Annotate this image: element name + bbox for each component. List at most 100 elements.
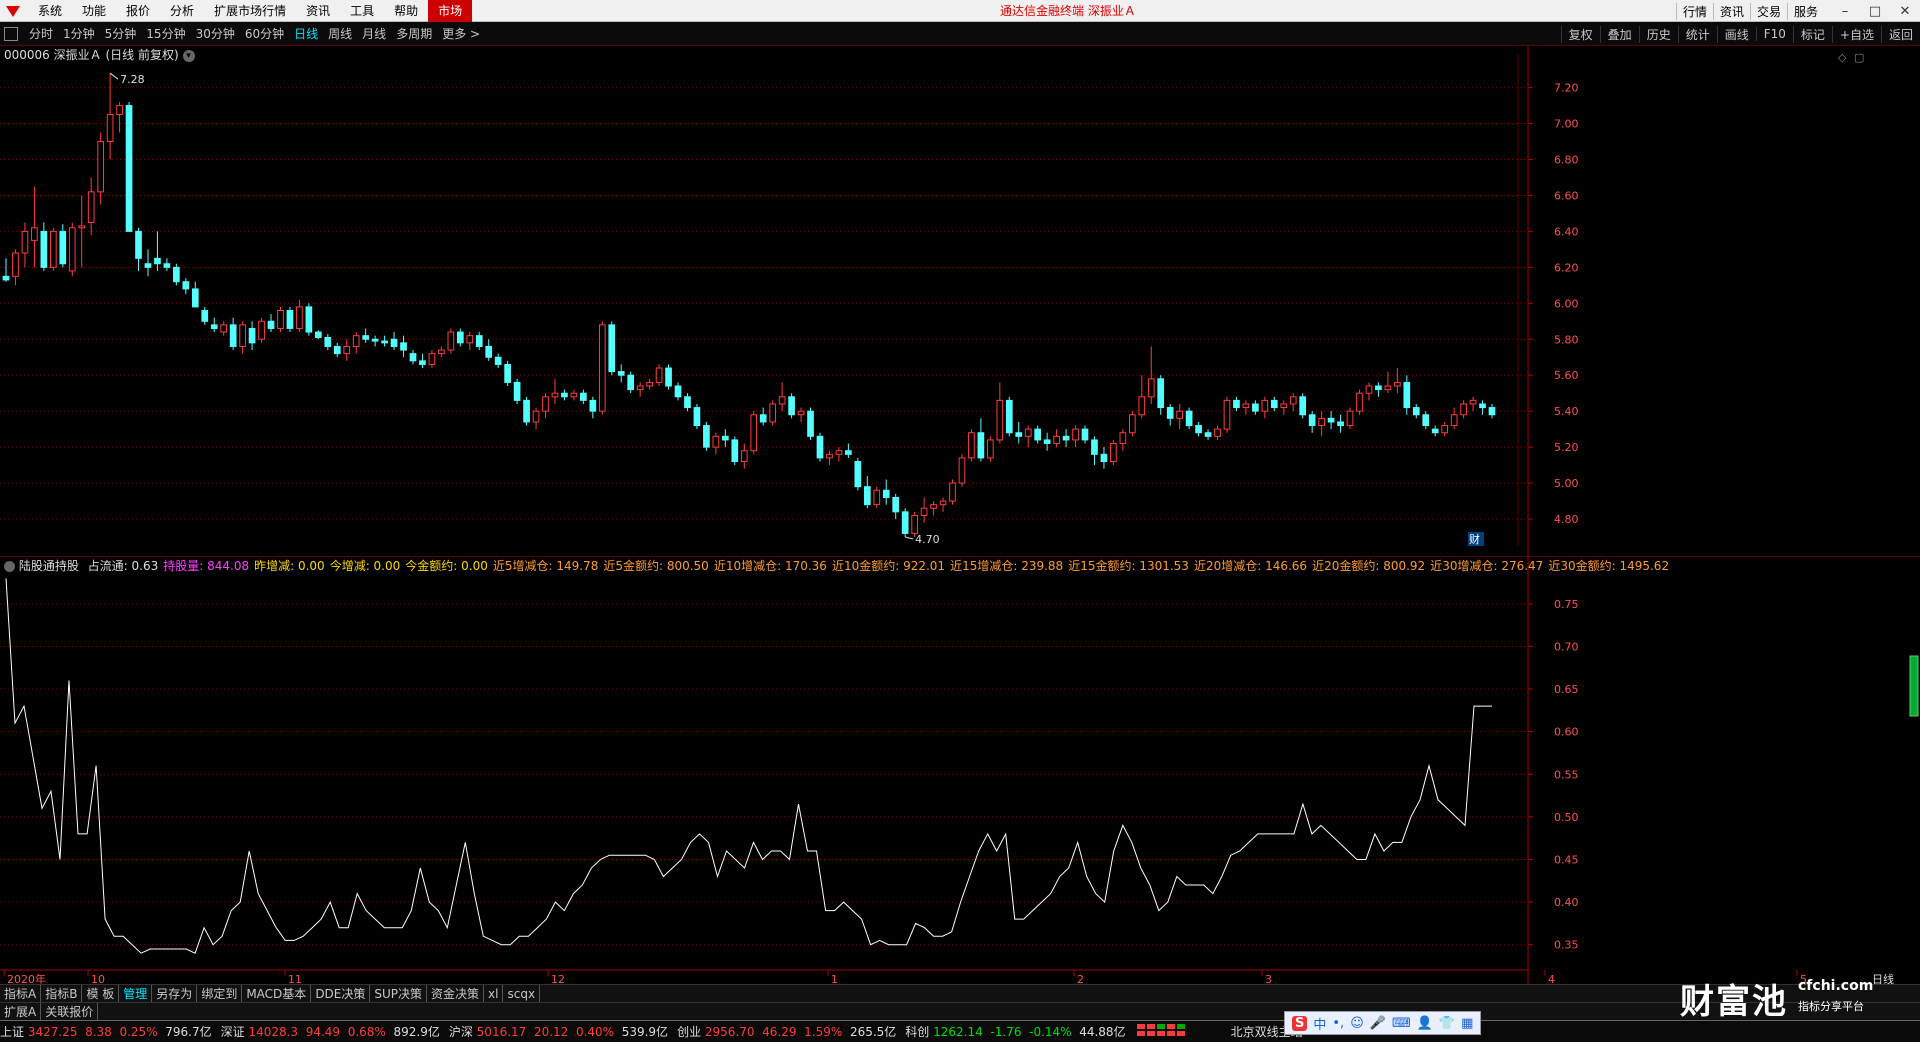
candle[interactable] bbox=[655, 364, 663, 386]
candle[interactable] bbox=[21, 222, 29, 268]
candle[interactable] bbox=[901, 508, 909, 538]
toolbar-button[interactable]: 返回 bbox=[1880, 25, 1920, 43]
indicator-tab[interactable]: xl bbox=[484, 984, 504, 1003]
candle[interactable] bbox=[220, 321, 228, 336]
candle[interactable] bbox=[608, 321, 616, 376]
candle[interactable] bbox=[627, 371, 635, 394]
period-tab[interactable]: 60分钟 bbox=[240, 25, 289, 42]
candle[interactable] bbox=[532, 407, 540, 430]
candle[interactable] bbox=[1252, 400, 1259, 415]
candle[interactable] bbox=[248, 321, 256, 351]
candle[interactable] bbox=[589, 396, 597, 419]
vertical-scrollbar[interactable] bbox=[1909, 655, 1919, 717]
candle[interactable] bbox=[87, 177, 95, 235]
toolbar-button[interactable]: 叠加 bbox=[1599, 25, 1639, 43]
candle[interactable] bbox=[863, 475, 871, 509]
candle[interactable] bbox=[409, 350, 417, 365]
candle[interactable] bbox=[1308, 411, 1316, 433]
period-tab[interactable]: 周线 bbox=[323, 25, 357, 42]
candle[interactable] bbox=[665, 364, 672, 390]
ime-icon[interactable]: 🎤 bbox=[1370, 1016, 1386, 1031]
candle[interactable] bbox=[1110, 439, 1117, 466]
candle[interactable] bbox=[854, 457, 862, 491]
candle[interactable] bbox=[542, 393, 549, 419]
candle[interactable] bbox=[816, 432, 824, 462]
menu-item[interactable]: 分析 bbox=[160, 2, 204, 19]
candle[interactable] bbox=[570, 389, 578, 401]
candle[interactable] bbox=[343, 339, 351, 361]
candle[interactable] bbox=[1479, 400, 1486, 415]
candle[interactable] bbox=[1261, 396, 1269, 419]
candle[interactable] bbox=[97, 132, 104, 205]
candle[interactable] bbox=[362, 328, 370, 343]
candle[interactable] bbox=[513, 378, 521, 404]
candle[interactable] bbox=[296, 299, 303, 333]
period-tab[interactable]: 1分钟 bbox=[58, 25, 100, 42]
indicator-tab[interactable]: 另存为 bbox=[152, 984, 198, 1003]
ime-icon[interactable]: ☺ bbox=[1350, 1016, 1364, 1031]
ime-icon[interactable]: 👤 bbox=[1417, 1016, 1433, 1031]
menu-item[interactable]: 系统 bbox=[28, 2, 72, 19]
candle[interactable] bbox=[1337, 414, 1344, 433]
indicator-tab[interactable]: 模 板 bbox=[82, 984, 120, 1003]
candle[interactable] bbox=[456, 328, 464, 347]
candle[interactable] bbox=[1403, 375, 1411, 415]
menu-item[interactable]: 工具 bbox=[340, 2, 384, 19]
candle[interactable] bbox=[949, 479, 956, 505]
candle[interactable] bbox=[475, 332, 483, 351]
period-tab[interactable]: 日线 bbox=[289, 25, 323, 42]
period-tab[interactable]: 5分钟 bbox=[100, 25, 142, 42]
candle[interactable] bbox=[1394, 368, 1401, 394]
toolbar-button[interactable]: 历史 bbox=[1638, 25, 1678, 43]
top-right-button[interactable]: 交易 bbox=[1749, 2, 1787, 20]
toolbar-button[interactable]: +自选 bbox=[1831, 25, 1881, 43]
candle[interactable] bbox=[12, 249, 19, 286]
candle[interactable] bbox=[646, 378, 653, 390]
candle[interactable] bbox=[835, 447, 843, 462]
indicator-tab[interactable]: 指标B bbox=[41, 984, 83, 1003]
extension-tab[interactable]: 关联报价 bbox=[41, 1003, 99, 1020]
candle[interactable] bbox=[1365, 382, 1373, 401]
candle[interactable] bbox=[759, 407, 767, 426]
ime-icon[interactable]: 👕 bbox=[1439, 1016, 1455, 1031]
candle[interactable] bbox=[703, 421, 710, 451]
candle[interactable] bbox=[1053, 429, 1060, 448]
candle[interactable] bbox=[1195, 421, 1202, 437]
candle[interactable] bbox=[352, 332, 360, 354]
candle[interactable] bbox=[305, 303, 313, 336]
top-right-button[interactable]: 行情 bbox=[1675, 2, 1713, 20]
period-tab[interactable]: 15分钟 bbox=[141, 25, 190, 42]
candle[interactable] bbox=[201, 306, 209, 325]
indicator-tab[interactable]: SUP决策 bbox=[370, 984, 428, 1003]
candle[interactable] bbox=[1024, 425, 1032, 448]
candle[interactable] bbox=[1185, 407, 1193, 430]
candle[interactable] bbox=[1091, 436, 1098, 466]
candle[interactable] bbox=[807, 407, 814, 440]
maximize-icon[interactable]: □ bbox=[1860, 4, 1890, 19]
ime-toolbar[interactable]: S 中 •, ☺ 🎤 ⌨ 👤 👕 ▦ bbox=[1284, 1011, 1482, 1035]
candle[interactable] bbox=[845, 443, 852, 458]
price-chart[interactable]: 7.20 7.00 6.80 6.60 6.40 6.20 6.00 5.80 5.60 5.40… bbox=[0, 46, 1920, 556]
index-quote[interactable]: 科创 1262.14 -1.76 -0.14% 44.88亿 bbox=[905, 1023, 1125, 1040]
diamond-icon[interactable]: ◇ bbox=[1838, 51, 1847, 64]
candle[interactable] bbox=[1488, 403, 1496, 419]
candle[interactable] bbox=[1242, 400, 1250, 415]
candle[interactable] bbox=[1280, 400, 1288, 415]
candle[interactable] bbox=[49, 227, 57, 271]
candle[interactable] bbox=[419, 353, 426, 369]
candle[interactable] bbox=[333, 342, 341, 358]
top-right-button[interactable]: 服务 bbox=[1786, 2, 1824, 20]
candle[interactable] bbox=[1204, 429, 1212, 440]
index-quote[interactable]: 深证 14028.3 94.49 0.68% 892.9亿 bbox=[221, 1023, 440, 1040]
candle[interactable] bbox=[173, 263, 180, 286]
candle[interactable] bbox=[930, 501, 937, 516]
candle[interactable] bbox=[1422, 411, 1430, 430]
candle[interactable] bbox=[1015, 421, 1023, 444]
candle[interactable] bbox=[277, 306, 284, 333]
candle[interactable] bbox=[920, 497, 928, 523]
candle[interactable] bbox=[494, 353, 502, 369]
candle[interactable] bbox=[778, 382, 786, 412]
candle[interactable] bbox=[239, 321, 246, 354]
candle[interactable] bbox=[987, 436, 994, 462]
indicator-tab[interactable]: 资金决策 bbox=[427, 984, 485, 1003]
